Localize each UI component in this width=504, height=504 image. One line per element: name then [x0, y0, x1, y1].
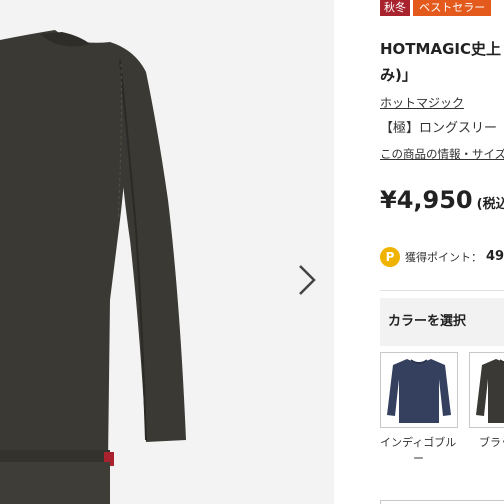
points-row: P 獲得ポイント： 49 — [380, 246, 504, 267]
product-title: HOTMAGIC史上 み)」 — [380, 36, 504, 88]
next-section-box — [380, 500, 504, 504]
tax-note: (税込 — [476, 197, 504, 212]
points-value: 49 — [486, 249, 504, 264]
color-option-black[interactable] — [469, 352, 504, 428]
color-option-label-cont: ー — [413, 452, 424, 465]
chevron-right-icon — [299, 265, 316, 295]
product-detail-link[interactable]: この商品の情報・サイズ — [380, 146, 504, 162]
badge-row: 秋冬 ベストセラー — [380, 0, 492, 19]
product-title-line1: HOTMAGIC史上 — [380, 40, 501, 58]
point-icon: P — [380, 246, 400, 267]
product-info-panel: 秋冬 ベストセラー HOTMAGIC史上 み)」 ホットマジック 【極】ロングスリ… — [334, 0, 504, 504]
next-image-button[interactable] — [292, 260, 322, 300]
color-option-indigo-blue[interactable] — [380, 352, 458, 428]
product-subtitle: 【極】ロングスリー — [380, 121, 498, 136]
price-value: ¥4,950 — [380, 186, 473, 214]
color-option-label: ブラッ — [479, 436, 504, 449]
product-title-line2: み)」 — [380, 66, 417, 84]
shirt-thumbnail-icon — [387, 359, 451, 423]
divider — [380, 290, 504, 291]
price: ¥4,950 (税込 — [380, 186, 504, 214]
color-select-heading: カラーを選択 — [380, 298, 504, 346]
product-photo — [0, 0, 334, 504]
brand-link[interactable]: ホットマジック — [380, 94, 464, 111]
season-badge: 秋冬 — [380, 0, 410, 16]
color-option-label: インディゴブル — [380, 436, 457, 449]
shirt-thumbnail-icon — [476, 359, 504, 423]
product-image-gallery — [0, 0, 334, 504]
best-seller-badge: ベストセラー — [413, 0, 492, 16]
points-label: 獲得ポイント： — [405, 250, 482, 264]
